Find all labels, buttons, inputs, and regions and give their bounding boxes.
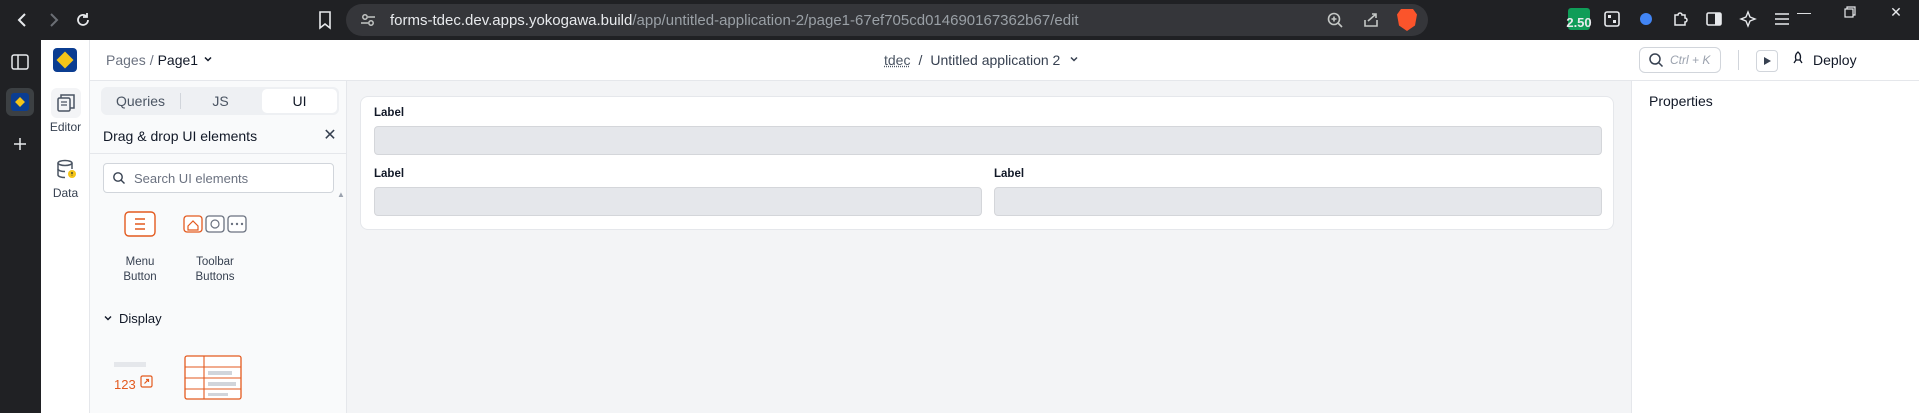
app-name[interactable]: Untitled application 2 [930,52,1060,68]
stat-thumb-line [114,362,146,367]
zoom-icon[interactable] [1324,9,1346,31]
breadcrumb: Pages / Page1 [106,52,214,68]
widget-toolbar-buttons-line1: Toolbar [179,255,251,270]
widget-toolbar-buttons[interactable]: Toolbar Buttons [179,201,251,285]
workspace-link[interactable]: tdec [884,52,910,68]
preview-play-button[interactable] [1756,50,1778,72]
editor-icon [51,88,81,118]
text-input-field[interactable] [374,187,982,216]
back-icon[interactable] [8,5,38,35]
tab-divider [180,93,181,109]
ui-search-placeholder: Search UI elements [134,171,248,186]
header-divider [1738,50,1739,70]
widget-menu-button-line1: Menu [104,255,176,270]
toolbar-buttons-thumb-icon [179,201,251,247]
external-link-icon [140,375,153,393]
extension-dot-icon[interactable] [1634,7,1658,31]
rail-editor-label: Editor [41,120,90,134]
section-display[interactable]: Display [103,311,162,326]
database-icon [51,154,81,184]
widget-menu-button-line2: Button [104,270,176,285]
rail-editor[interactable]: Editor [41,88,90,134]
search-shortcut: Ctrl + K [1670,53,1710,67]
properties-panel: Properties [1631,81,1919,413]
restore-icon[interactable] [1827,0,1873,24]
text-input-field[interactable] [374,126,1602,155]
chevron-down-icon[interactable] [202,52,214,68]
app-header: Pages / Page1 tdec / Untitled applicatio… [90,40,1919,81]
field-label: Label [374,107,404,119]
extensions-puzzle-icon[interactable] [1668,7,1692,31]
command-search[interactable]: Ctrl + K [1639,47,1721,73]
menu-button-thumb-icon [104,201,176,247]
breadcrumb-separator: / [150,52,154,68]
url-text: forms-tdec.dev.apps.yokogawa.build/app/u… [390,12,1079,29]
widget-stat[interactable]: 123 [114,362,153,393]
rail-data[interactable]: Data [41,154,90,200]
deploy-label: Deploy [1813,52,1857,68]
widget-table[interactable] [184,355,242,405]
app-favicon-icon[interactable] [6,88,34,116]
rail-data-label: Data [41,186,90,200]
breadcrumb-page[interactable]: Page1 [158,52,198,68]
panel-title: Drag & drop UI elements [103,128,257,144]
app-title-area: tdec / Untitled application 2 [884,52,1080,68]
editor-canvas[interactable]: Label Label Label [347,81,1631,413]
app-nav-rail: Editor Data [41,40,90,413]
browser-toolbar: forms-tdec.dev.apps.yokogawa.build/app/u… [0,0,1919,40]
text-input-field[interactable] [994,187,1602,216]
address-bar[interactable]: forms-tdec.dev.apps.yokogawa.build/app/u… [346,4,1428,36]
field-label: Label [994,168,1024,180]
bookmark-icon[interactable] [314,9,336,31]
minimize-icon[interactable]: — [1781,0,1827,24]
widget-toolbar-buttons-line2: Buttons [179,270,251,285]
properties-title: Properties [1649,93,1713,109]
close-icon[interactable]: ✕ [322,128,338,144]
reload-icon[interactable] [68,5,98,35]
search-icon [112,171,126,185]
search-icon [1648,52,1664,68]
app-menu-chevron-icon[interactable] [1068,52,1080,68]
title-separator: / [918,52,922,68]
stat-thumb-text: 123 [114,377,136,392]
table-thumb-icon [184,355,242,400]
sidebar-panel-icon[interactable] [8,50,32,74]
play-icon [1763,57,1771,65]
close-window-icon[interactable]: ✕ [1873,0,1919,24]
section-display-label: Display [119,311,162,326]
sidebar-tabs: Queries JS UI [101,87,339,115]
field-label: Label [374,168,404,180]
tab-ui[interactable]: UI [262,89,337,113]
form-container[interactable]: Label Label Label [360,96,1614,230]
browser-sidebar-rail [0,40,41,413]
chevron-down-icon [103,311,113,326]
breadcrumb-pages[interactable]: Pages [106,52,146,68]
site-settings-icon[interactable] [358,10,378,30]
leo-ai-icon[interactable] [1736,7,1760,31]
sidebar-toggle-icon[interactable] [1702,7,1726,31]
deploy-button[interactable]: Deploy [1791,51,1857,68]
forward-icon[interactable] [38,5,68,35]
extension-badge[interactable]: 2.50 [1568,8,1590,30]
add-panel-icon[interactable] [8,132,32,156]
ui-elements-panel: Queries JS UI Drag & drop UI elements ✕ … [90,81,347,413]
rocket-icon [1791,51,1805,68]
scroll-up-icon[interactable]: ▲ [337,190,345,199]
tab-queries[interactable]: Queries [103,89,178,113]
brave-shield-icon[interactable] [1396,9,1418,31]
panel-divider [90,153,347,154]
tab-js[interactable]: JS [183,89,258,113]
ui-search-input[interactable]: Search UI elements [103,163,334,193]
share-icon[interactable] [1360,9,1382,31]
app-logo[interactable] [53,48,77,72]
widget-menu-button[interactable]: Menu Button [104,201,176,285]
extension-grid-icon[interactable] [1600,7,1624,31]
